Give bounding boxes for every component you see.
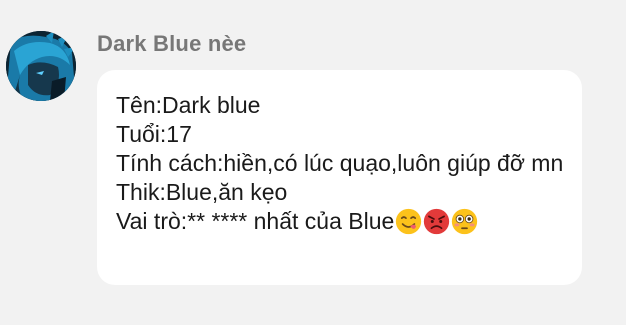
message-line-role: Vai trò:** **** nhất của Blue bbox=[116, 207, 564, 236]
message-bubble: Tên:Dark blue Tuổi:17 Tính cách:hiền,có … bbox=[97, 70, 582, 285]
avatar-image bbox=[6, 31, 76, 101]
message-line-personality: Tính cách:hiền,có lúc quạo,luôn giúp đỡ … bbox=[116, 150, 564, 176]
message-line-age: Tuổi:17 bbox=[116, 121, 192, 147]
savoring-food-emoji-icon bbox=[396, 208, 422, 235]
avatar[interactable] bbox=[6, 31, 76, 101]
sender-name: Dark Blue nèe bbox=[97, 31, 247, 56]
chat-message: Dark Blue nèe Tên:Dark blue Tuổi:17 Tính… bbox=[0, 0, 626, 325]
role-text: Vai trò:** **** nhất của Blue bbox=[116, 208, 395, 234]
message-line-likes: Thik:Blue,ăn kẹo bbox=[116, 179, 288, 205]
flushed-face-emoji-icon bbox=[452, 208, 478, 235]
angry-face-emoji-icon bbox=[424, 208, 450, 235]
message-line-name: Tên:Dark blue bbox=[116, 92, 261, 118]
